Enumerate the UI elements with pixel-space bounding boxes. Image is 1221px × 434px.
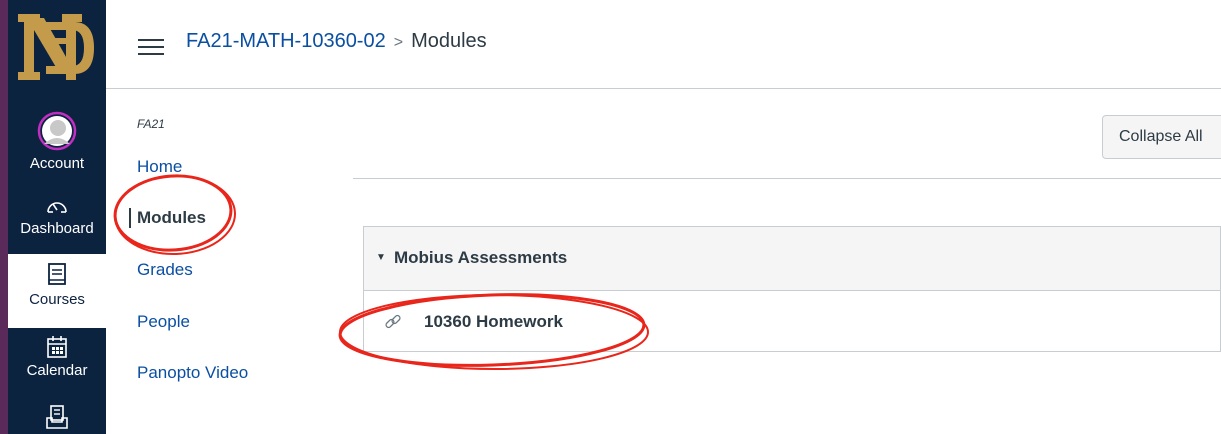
link-icon [385, 314, 401, 329]
calendar-icon [47, 336, 67, 358]
course-nav-home[interactable]: Home [137, 157, 182, 177]
module-header[interactable]: ▼ Mobius Assessments [364, 227, 1220, 291]
dashboard-icon [47, 202, 67, 213]
global-nav-calendar-label: Calendar [26, 362, 88, 379]
course-nav-grades[interactable]: Grades [137, 260, 193, 280]
module-title: Mobius Assessments [394, 248, 568, 267]
global-nav-calendar[interactable]: Calendar [8, 335, 106, 379]
modules-toolbar-divider [353, 178, 1221, 179]
inbox-icon [46, 405, 68, 429]
global-nav-account-label: Account [29, 155, 85, 172]
global-nav-courses-label: Courses [29, 291, 85, 308]
global-nav-dashboard-label: Dashboard [20, 220, 94, 237]
breadcrumb-current-page: Modules [411, 30, 487, 52]
courses-icon [48, 263, 66, 285]
course-nav-modules[interactable]: Modules [129, 208, 206, 228]
module-card: ▼ Mobius Assessments 10360 Homework [363, 226, 1221, 352]
global-navigation: Account Dashboard Courses Calendar [0, 0, 106, 434]
course-term-label: FA21 [137, 117, 165, 131]
global-nav-inbox[interactable] [8, 404, 106, 433]
breadcrumb: FA21-MATH-10360-02 > Modules [186, 30, 487, 53]
notre-dame-logo[interactable] [12, 8, 98, 88]
module-item-title[interactable]: 10360 Homework [424, 312, 563, 332]
caret-down-icon[interactable]: ▼ [376, 252, 386, 263]
course-menu-toggle-icon[interactable] [138, 37, 164, 57]
global-nav-courses[interactable]: Courses [8, 254, 106, 328]
global-nav-dashboard[interactable]: Dashboard [8, 195, 106, 237]
global-nav-accent-bar [0, 0, 8, 434]
module-item[interactable]: 10360 Homework [364, 291, 1220, 351]
account-avatar [37, 111, 77, 151]
global-nav-account[interactable]: Account [8, 110, 106, 172]
course-nav-people[interactable]: People [137, 312, 190, 332]
breadcrumb-separator: > [393, 34, 404, 51]
breadcrumb-course-link[interactable]: FA21-MATH-10360-02 [186, 30, 386, 52]
course-nav-panopto-video[interactable]: Panopto Video [137, 363, 248, 383]
collapse-all-button[interactable]: Collapse All [1102, 115, 1221, 159]
